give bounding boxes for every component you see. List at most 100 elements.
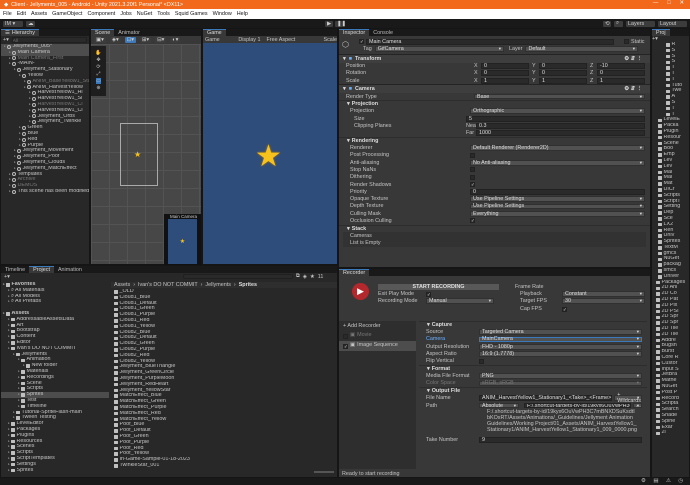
section-header[interactable]: ▾ Rendering [339, 136, 650, 145]
vector-x-input[interactable]: 1 [481, 78, 529, 84]
gizmo-button[interactable]: ◈▾ [109, 37, 121, 43]
menu-item[interactable]: Window [213, 11, 232, 17]
history-icon[interactable]: ⟲ [603, 20, 611, 27]
hand-tool-icon[interactable]: ✋ [95, 50, 101, 56]
field-checkbox[interactable] [470, 167, 475, 173]
section-header[interactable]: ▾ Output File [419, 387, 647, 395]
field-dropdown[interactable]: MainCamera [479, 336, 642, 342]
close-button[interactable]: ✕ [679, 0, 684, 6]
wildcards-dropdown[interactable]: + Wildcards [614, 392, 643, 404]
foldout-icon[interactable]: ▾ [427, 388, 430, 394]
layers-dropdown[interactable]: Layers [626, 20, 655, 27]
filter-label-icon[interactable]: ◈ [303, 274, 307, 280]
section-header[interactable]: ▾ Format [419, 364, 647, 373]
project-tree-item[interactable]: 2l [652, 430, 689, 436]
pause-button[interactable]: ❚❚ [335, 20, 346, 27]
field-input[interactable]: 1000 [476, 130, 645, 136]
display-dropdown[interactable]: Display 1 [238, 37, 260, 43]
scale-slider[interactable]: Scale [324, 37, 338, 43]
add-recorder-button[interactable]: + Add Recorder [339, 321, 416, 331]
field-dropdown[interactable]: FHD - 1080p [479, 344, 642, 350]
field-input[interactable]: 9 [479, 437, 642, 443]
breadcrumb-item[interactable]: Sprites [239, 282, 257, 288]
play-button[interactable]: ▶ [325, 20, 333, 27]
active-checkbox[interactable]: ✓ [359, 39, 364, 45]
field-dropdown[interactable]: sRGB, sRGB [479, 380, 642, 386]
project-tree-item[interactable]: ▸ Sprites [1, 468, 109, 474]
recorder-enable-checkbox[interactable]: ✓ [343, 343, 348, 349]
field-input[interactable]: 0 [470, 189, 645, 195]
vector-z-input[interactable]: 1 [597, 78, 645, 84]
cloud-icon[interactable]: ☁ [26, 20, 35, 27]
filter-type-icon[interactable]: ⧉ [296, 273, 300, 280]
maximize-button[interactable]: □ [667, 0, 670, 6]
tab-scene[interactable]: Scene [91, 29, 115, 36]
project-search-input[interactable] [182, 274, 293, 279]
create-icon[interactable]: +▾ [4, 274, 10, 280]
vector-x-input[interactable]: 0 [481, 63, 529, 69]
field-checkbox[interactable]: ✓ [470, 218, 475, 224]
hierarchy-item[interactable]: ▸ This scene has been modified [1, 189, 89, 195]
field-dropdown[interactable]: Everything [470, 211, 645, 217]
layout-dropdown[interactable]: Layout [658, 20, 687, 27]
menu-item[interactable]: Assets [31, 11, 47, 17]
vector-y-input[interactable]: 0 [539, 70, 587, 76]
snap-button[interactable]: ⊞▾ [139, 37, 152, 43]
menu-item[interactable]: GameObject [52, 11, 82, 17]
field-input[interactable]: ANIM_HarvestYellow1_Stationary1_<Take>_<… [479, 395, 613, 401]
breadcrumb-item[interactable]: Ivan's DO NOT COMMIT [138, 282, 198, 288]
menu-item[interactable]: Squid Games [175, 11, 208, 17]
field-dropdown[interactable]: Targeted Camera [479, 329, 642, 335]
field-checkbox[interactable]: ✓ [470, 182, 475, 187]
field-dropdown[interactable]: Base [474, 94, 645, 100]
menu-item[interactable]: File [3, 11, 12, 17]
tab-hierarchy[interactable]: ☰ Hierarchy [1, 29, 39, 36]
field-dropdown[interactable]: Use Pipeline Settings [470, 196, 645, 202]
field-input[interactable]: 0.3 [476, 123, 645, 129]
component-header[interactable]: ▾ ■ Transform ⚙ ⇵ ⋮ [339, 54, 650, 63]
field-dropdown[interactable]: No Anti-aliasing [470, 160, 645, 166]
menu-item[interactable]: Jobs [120, 11, 131, 17]
component-header[interactable]: ▾ ■ Camera ⚙ ⇵ ⋮ [339, 84, 650, 93]
foldout-icon[interactable]: ▾ [347, 138, 350, 144]
start-recording-button[interactable]: START RECORDING [378, 284, 499, 290]
record-button-icon[interactable]: ▶ [352, 283, 369, 300]
menu-item[interactable]: NuGet [137, 11, 153, 17]
foldout-icon[interactable]: ▾ [347, 226, 350, 232]
rect-transform-icon[interactable]: ▭ [96, 78, 101, 84]
section-header[interactable]: ▾ Stack [339, 224, 650, 233]
target-fps-dropdown[interactable]: 30 [562, 298, 645, 304]
hierarchy-item[interactable]: ▸ Jellyment_MatchEffect [1, 166, 89, 172]
menu-item[interactable]: Tools [157, 11, 170, 17]
vector-y-input[interactable]: 1 [539, 78, 587, 84]
game-mode-dropdown[interactable]: Game [205, 37, 232, 43]
aspect-dropdown[interactable]: Free Aspect [267, 37, 318, 43]
vector-z-input[interactable]: -10 [597, 63, 645, 69]
vector-x-input[interactable]: 0 [481, 70, 529, 76]
field-dropdown[interactable]: Use Pipeline Settings [470, 203, 645, 209]
vector-y-input[interactable]: 0 [539, 63, 587, 69]
tag-dropdown[interactable]: GifCamera [374, 46, 504, 52]
tab-console[interactable]: Console [369, 29, 397, 36]
tab-game[interactable]: Game [203, 29, 226, 36]
view-options-button[interactable]: ◐▾ [170, 37, 181, 43]
menu-item[interactable]: Edit [17, 11, 26, 17]
field-dropdown[interactable]: PNG [479, 373, 642, 379]
icon-size-slider[interactable] [314, 471, 334, 473]
recording-mode-dropdown[interactable]: Manual [426, 298, 494, 304]
rect-tool-button[interactable]: ⊡▾ [124, 37, 136, 43]
foldout-icon[interactable]: ▾ [343, 86, 346, 92]
menu-item[interactable]: Component [87, 11, 115, 17]
field-dropdown[interactable]: 16:9 (1.7778) [479, 351, 642, 357]
transform-tool-icon[interactable]: ⊕ [96, 85, 100, 91]
tab-inspector[interactable]: Inspector [339, 29, 370, 36]
browse-button[interactable]: … [632, 403, 642, 409]
menu-item[interactable]: Help [237, 11, 248, 17]
star-sprite-icon[interactable]: ★ [134, 150, 143, 159]
foldout-icon[interactable]: ▾ [427, 322, 430, 328]
recorder-enable-checkbox[interactable] [343, 333, 348, 339]
vector-z-input[interactable]: 0 [597, 70, 645, 76]
field-checkbox[interactable] [470, 152, 475, 158]
field-input[interactable]: 5 [466, 116, 645, 122]
draw-mode-button[interactable]: ▣▾ [94, 37, 106, 43]
